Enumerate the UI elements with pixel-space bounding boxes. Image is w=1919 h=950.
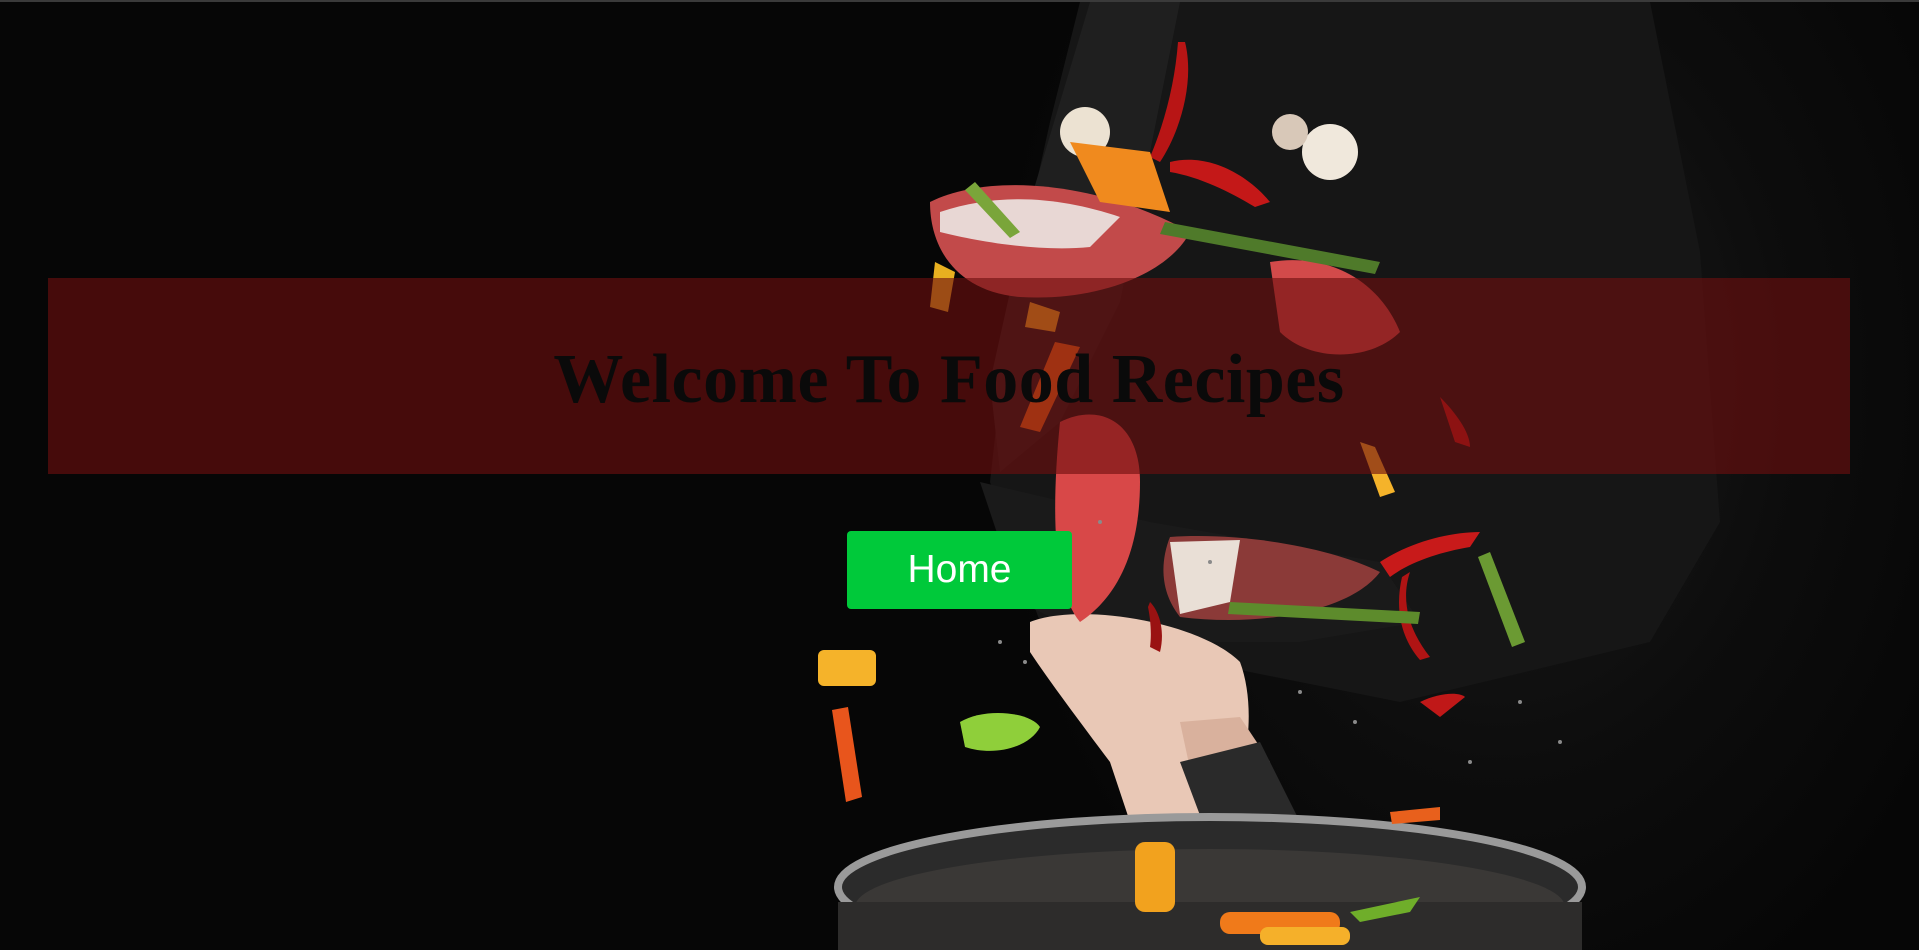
home-button[interactable]: Home (847, 531, 1072, 609)
welcome-banner: Welcome To Food Recipes (48, 278, 1850, 474)
hero-background-image (818, 2, 1720, 950)
page: Welcome To Food Recipes Home (0, 0, 1919, 950)
page-title: Welcome To Food Recipes (553, 341, 1345, 418)
